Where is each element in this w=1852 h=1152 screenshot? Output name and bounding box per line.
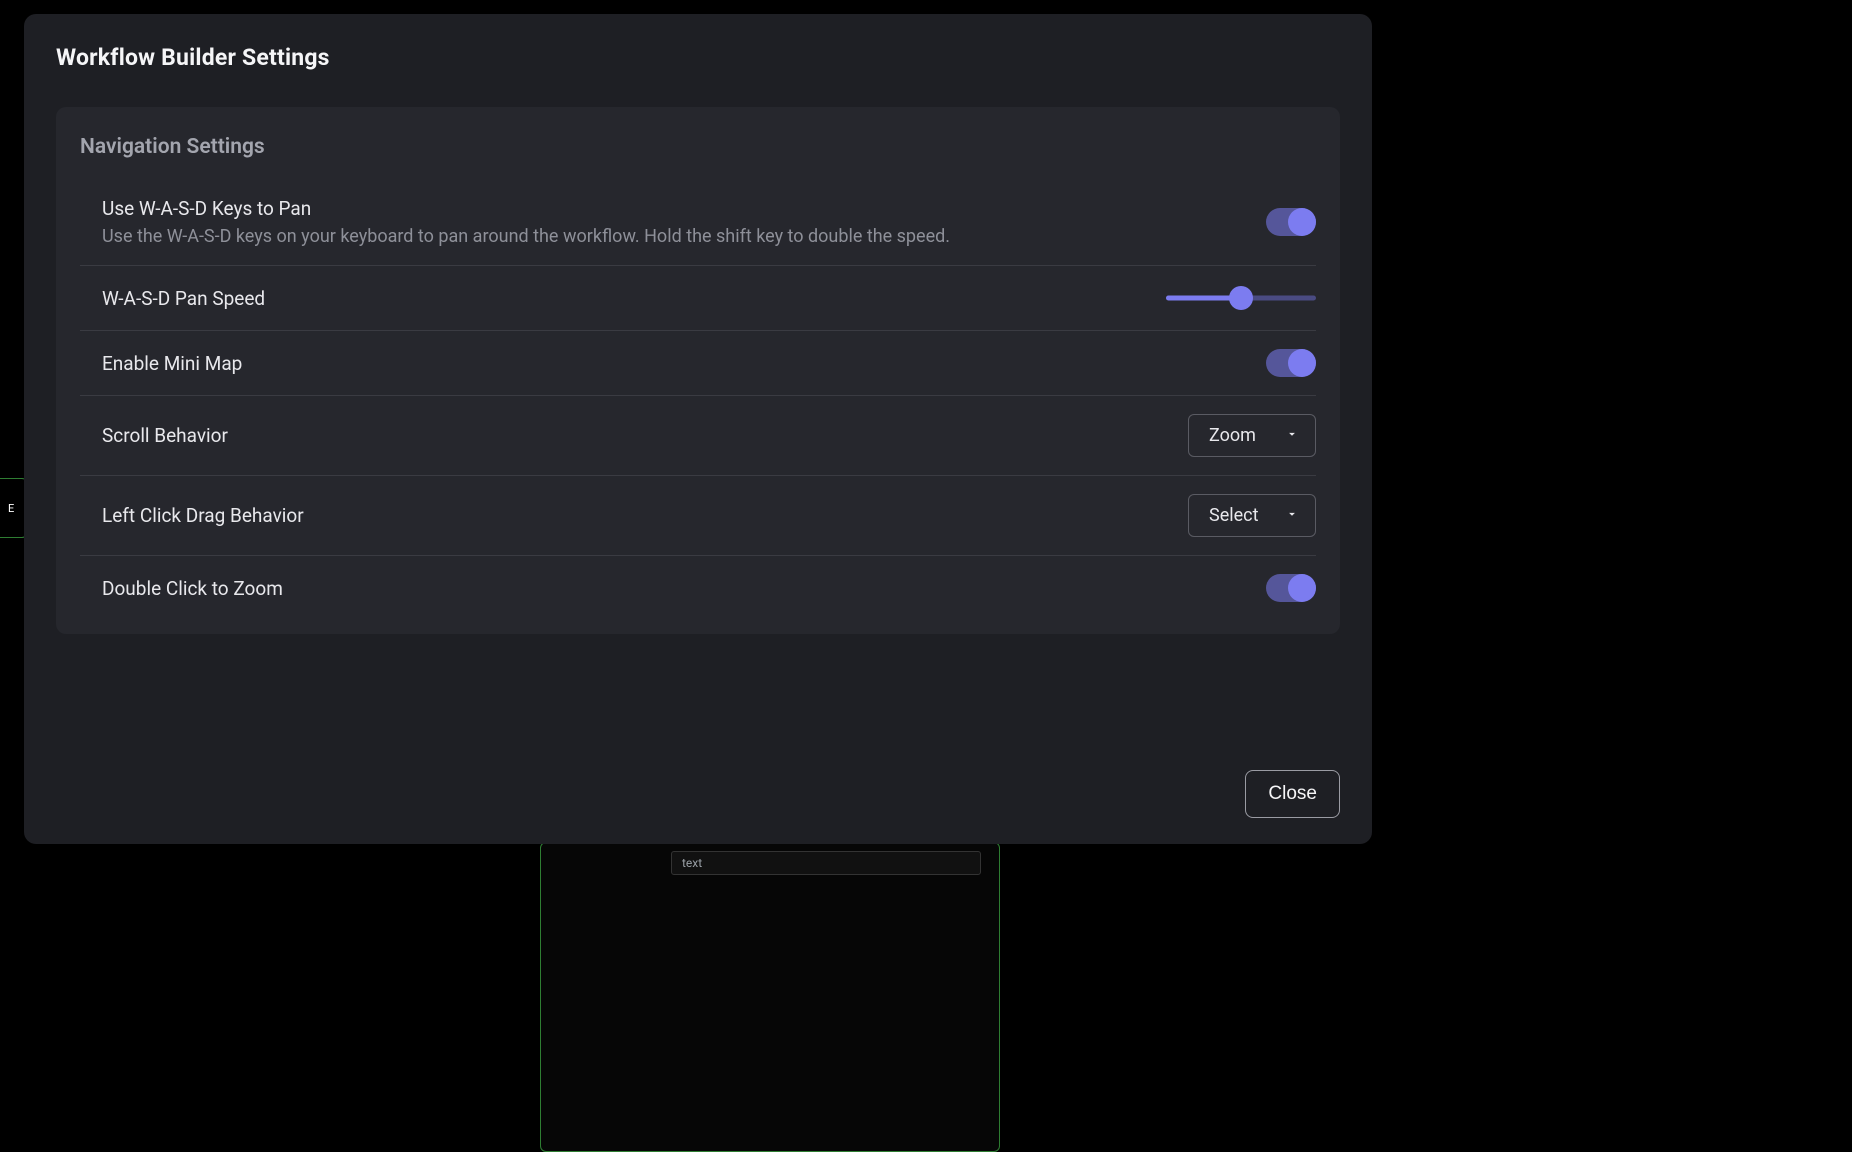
- scroll-behavior-label: Scroll Behavior: [102, 424, 1168, 447]
- chevron-down-icon: [1285, 425, 1299, 446]
- double-click-zoom-label: Double Click to Zoom: [102, 577, 1246, 600]
- setting-row-control: Zoom: [1188, 414, 1316, 457]
- left-click-drag-value: Select: [1209, 505, 1258, 526]
- double-click-zoom-toggle[interactable]: [1266, 574, 1316, 602]
- setting-row-text: W-A-S-D Pan Speed: [102, 287, 1146, 310]
- scroll-behavior-select[interactable]: Zoom: [1188, 414, 1316, 457]
- scroll-behavior-value: Zoom: [1209, 425, 1256, 446]
- section-title: Navigation Settings: [80, 135, 1316, 159]
- background-node-fragment-bottom: text: [540, 842, 1000, 1152]
- setting-row-wasd-pan: Use W-A-S-D Keys to Pan Use the W-A-S-D …: [80, 187, 1316, 266]
- setting-row-text: Use W-A-S-D Keys to Pan Use the W-A-S-D …: [102, 197, 1246, 247]
- close-button[interactable]: Close: [1245, 770, 1340, 818]
- toggle-knob: [1288, 349, 1316, 377]
- setting-row-mini-map: Enable Mini Map: [80, 331, 1316, 396]
- left-click-drag-select[interactable]: Select: [1188, 494, 1316, 537]
- wasd-pan-description: Use the W-A-S-D keys on your keyboard to…: [102, 226, 1246, 247]
- mini-map-toggle[interactable]: [1266, 349, 1316, 377]
- settings-modal: Workflow Builder Settings Navigation Set…: [24, 14, 1372, 844]
- background-node-field: text: [671, 851, 981, 875]
- setting-row-double-click-zoom: Double Click to Zoom: [80, 556, 1316, 606]
- background-node-left-text: E: [8, 502, 14, 515]
- mini-map-label: Enable Mini Map: [102, 352, 1246, 375]
- wasd-speed-label: W-A-S-D Pan Speed: [102, 287, 1146, 310]
- setting-row-text: Enable Mini Map: [102, 352, 1246, 375]
- wasd-speed-slider[interactable]: [1166, 284, 1316, 312]
- modal-title: Workflow Builder Settings: [56, 44, 1340, 71]
- setting-row-control: [1166, 284, 1316, 312]
- setting-row-control: [1266, 349, 1316, 377]
- wasd-pan-label: Use W-A-S-D Keys to Pan: [102, 197, 1246, 220]
- modal-footer: Close: [56, 770, 1340, 818]
- left-click-drag-label: Left Click Drag Behavior: [102, 504, 1168, 527]
- setting-row-text: Left Click Drag Behavior: [102, 504, 1168, 527]
- setting-row-wasd-speed: W-A-S-D Pan Speed: [80, 266, 1316, 331]
- settings-rows: Use W-A-S-D Keys to Pan Use the W-A-S-D …: [80, 187, 1316, 606]
- wasd-pan-toggle[interactable]: [1266, 208, 1316, 236]
- setting-row-control: [1266, 208, 1316, 236]
- toggle-knob: [1288, 574, 1316, 602]
- setting-row-scroll-behavior: Scroll Behavior Zoom: [80, 396, 1316, 476]
- setting-row-left-click-drag: Left Click Drag Behavior Select: [80, 476, 1316, 556]
- toggle-knob: [1288, 208, 1316, 236]
- slider-knob: [1229, 286, 1253, 310]
- setting-row-text: Scroll Behavior: [102, 424, 1168, 447]
- setting-row-control: Select: [1188, 494, 1316, 537]
- setting-row-text: Double Click to Zoom: [102, 577, 1246, 600]
- setting-row-control: [1266, 574, 1316, 602]
- navigation-settings-section: Navigation Settings Use W-A-S-D Keys to …: [56, 107, 1340, 634]
- chevron-down-icon: [1285, 505, 1299, 526]
